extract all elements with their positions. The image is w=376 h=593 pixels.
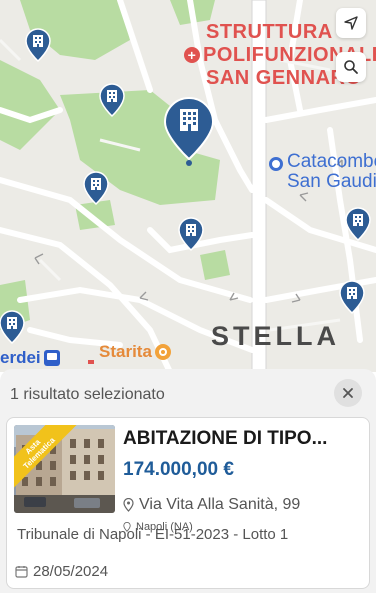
property-marker[interactable] [24,28,52,62]
landmark-label: Catacombe di San Gaudioso [269,152,376,192]
property-marker[interactable] [0,310,26,344]
hospital-icon: + [184,47,200,63]
map-search-button[interactable] [336,52,366,82]
landmark-label-line1: Catacombe di [287,151,376,172]
property-title: ABITAZIONE DI TIPO... [123,428,328,449]
property-marker[interactable] [177,217,205,251]
property-marker[interactable] [338,280,366,314]
close-button[interactable] [334,379,362,407]
location-arrow-icon [344,16,358,30]
district-label: STELLA [211,321,340,351]
property-marker[interactable] [82,171,110,205]
auction-date-text: 28/05/2024 [33,563,109,580]
search-icon [344,60,358,74]
station-label: erdei [0,349,60,366]
calendar-icon [15,566,28,578]
selected-property-marker[interactable] [162,97,216,167]
property-marker[interactable] [344,207,372,241]
court-reference: Tribunale di Napoli - EI-51-2023 - Lotto… [17,526,289,543]
restaurant-label: Starita [99,343,171,360]
property-address-text: Via Vita Alla Sanità, 99 [139,496,301,513]
property-address: Via Vita Alla Sanità, 99 [123,496,300,514]
results-count: 1 risultato selezionato [10,386,165,403]
restaurant-icon [154,343,171,360]
map-view[interactable]: STRUTTURA + POLIFUNZIONALE SAN GENNARO C… [0,0,376,372]
poi-label: STRUTTURA [206,21,333,43]
property-card[interactable]: Asta Telematica ABITAZIONE DI TIPO... 17… [6,417,370,589]
map-pin-icon [123,498,134,512]
restaurant-label-text: Starita [99,342,152,361]
station-label-text: erdei [0,348,41,367]
close-icon [343,388,353,398]
locate-me-button[interactable] [336,8,366,38]
bus-icon [43,349,60,366]
landmark-label-line2: San Gaudioso [287,170,376,192]
property-photo: Asta Telematica [14,425,115,513]
landmark-icon [269,157,283,171]
results-sheet: 1 risultato selezionato Asta Telematica … [0,369,376,593]
property-price: 174.000,00 € [123,459,234,480]
auction-date: 28/05/2024 [15,563,108,580]
property-marker[interactable] [98,83,126,117]
